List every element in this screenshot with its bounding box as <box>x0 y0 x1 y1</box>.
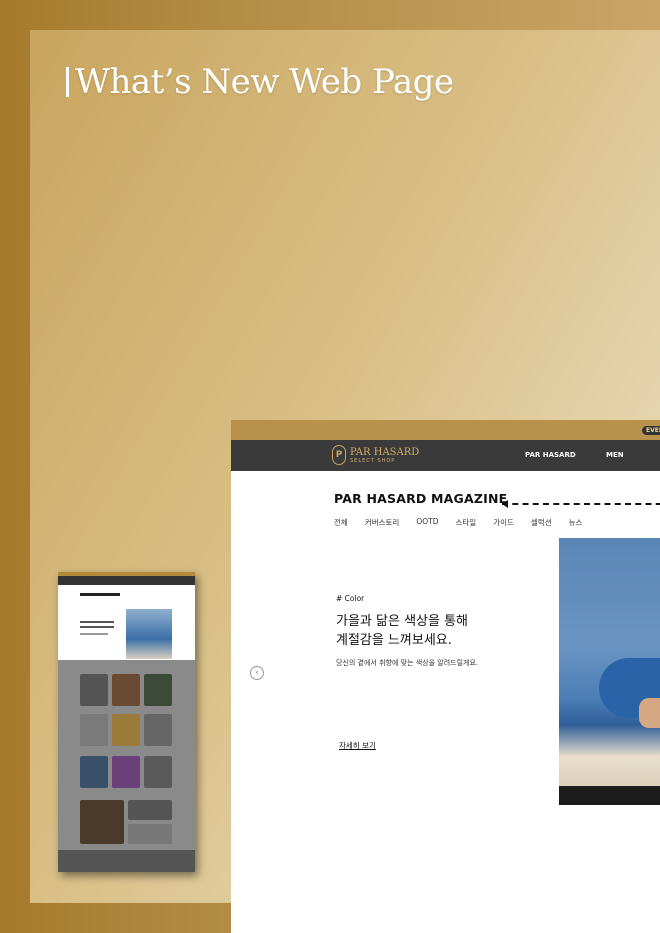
thumb-card <box>80 714 108 746</box>
thumb-card <box>144 674 172 706</box>
heading-bar <box>66 67 69 97</box>
top-banner: EVEN <box>231 420 660 440</box>
web-page-detail: EVEN P PAR HASARD SELECT SHOP PAR HASARD… <box>231 420 660 933</box>
thumb-magazine-section <box>58 660 195 850</box>
page-title-text: What’s New Web Page <box>75 62 454 102</box>
logo-name: PAR HASARD <box>350 446 420 458</box>
thumb-card <box>80 674 108 706</box>
logo-mark-icon: P <box>332 445 346 465</box>
thumb-footer <box>58 850 195 872</box>
thumb-nav-bar <box>58 576 195 585</box>
read-more-link[interactable]: 자세히 보기 <box>339 740 376 751</box>
tab-ootd[interactable]: OOTD <box>416 517 438 528</box>
thumb-text-line <box>80 626 114 628</box>
tab-cover-story[interactable]: 커버스토리 <box>365 517 400 528</box>
thumb-card <box>128 824 172 844</box>
thumb-card <box>80 800 124 844</box>
article-headline: 가을과 닮은 색상을 통해 계절감을 느껴보세요. <box>336 612 468 650</box>
thumb-hero <box>58 585 195 660</box>
photo-floor <box>559 786 660 805</box>
headline-line-2: 계절감을 느껴보세요. <box>336 633 452 648</box>
nav-item-par-hasard[interactable]: PAR HASARD <box>525 451 576 459</box>
hero-photo <box>559 538 660 805</box>
thumb-card <box>112 714 140 746</box>
event-badge[interactable]: EVEN <box>642 426 660 435</box>
nav-item-men[interactable]: MEN <box>606 451 624 459</box>
thumb-card <box>144 756 172 788</box>
thumb-card <box>144 714 172 746</box>
magazine-title: PAR HASARD MAGAZINE <box>334 491 508 506</box>
thumb-text-line <box>80 633 108 635</box>
thumb-text-line <box>80 621 114 623</box>
chevron-left-icon[interactable]: ‹ <box>250 666 264 680</box>
annotation-arrow-line <box>502 503 660 505</box>
thumb-card <box>80 756 108 788</box>
tab-selection[interactable]: 셀럭션 <box>531 517 552 528</box>
logo-sub: SELECT SHOP <box>350 457 396 464</box>
full-page-thumbnail <box>58 572 195 872</box>
article-tag: # Color <box>336 594 365 603</box>
article-description: 당신의 곁에서 취향에 맞는 색상을 알려드릴게요. <box>336 659 479 667</box>
thumb-title <box>80 593 120 596</box>
headline-line-1: 가을과 닮은 색상을 통해 <box>336 614 468 629</box>
thumb-photo <box>126 609 172 659</box>
photo-hand <box>639 698 660 728</box>
page-title: What’s New Web Page <box>66 62 454 102</box>
magazine-tabs: 전체 커버스토리 OOTD 스타일 가이드 셀럭션 뉴스 <box>334 517 582 528</box>
tab-all[interactable]: 전체 <box>334 517 348 528</box>
thumb-card <box>128 800 172 820</box>
thumb-card <box>112 674 140 706</box>
tab-news[interactable]: 뉴스 <box>569 517 583 528</box>
thumb-card <box>112 756 140 788</box>
tab-style[interactable]: 스타일 <box>455 517 476 528</box>
site-logo[interactable]: P PAR HASARD SELECT SHOP <box>332 445 419 465</box>
tab-guide[interactable]: 가이드 <box>493 517 514 528</box>
main-nav: P PAR HASARD SELECT SHOP PAR HASARD MEN <box>231 440 660 471</box>
